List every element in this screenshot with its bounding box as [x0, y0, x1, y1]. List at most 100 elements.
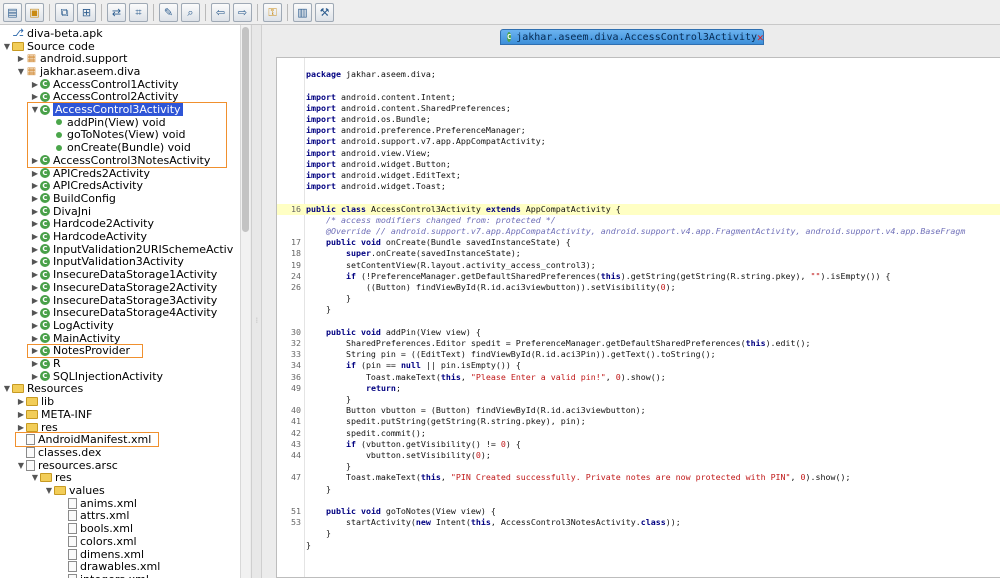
code-line[interactable]: } — [277, 528, 1000, 539]
collapse-arrow-icon[interactable]: ▼ — [2, 384, 12, 393]
code-line[interactable]: 34 if (pin == null || pin.isEmpty()) { — [277, 360, 1000, 371]
expand-arrow-icon[interactable]: ▶ — [16, 410, 26, 419]
code-line[interactable] — [277, 80, 1000, 91]
code-line[interactable]: 41 spedit.putString(getString(R.string.p… — [277, 416, 1000, 427]
expand-arrow-icon[interactable]: ▶ — [30, 257, 40, 266]
code-line[interactable]: } — [277, 540, 1000, 551]
tree-item[interactable]: ▶ lib — [0, 395, 240, 408]
expand-arrow-icon[interactable]: ▶ — [30, 245, 40, 254]
code-line[interactable]: import android.view.View; — [277, 148, 1000, 159]
code-line[interactable]: 42 spedit.commit(); — [277, 428, 1000, 439]
code-line[interactable]: } — [277, 304, 1000, 315]
expand-arrow-icon[interactable]: ▶ — [30, 219, 40, 228]
tree-item[interactable]: ▶ C APICreds2Activity — [0, 167, 240, 180]
tree-scrollbar[interactable] — [240, 25, 250, 578]
tree-item[interactable]: drawables.xml — [0, 560, 240, 573]
tree-item[interactable]: ▶ C InsecureDataStorage4Activity — [0, 306, 240, 319]
search-class-icon[interactable]: ⌕ — [181, 2, 200, 22]
tree-item[interactable]: goToNotes(View) void — [0, 128, 240, 141]
collapse-arrow-icon[interactable]: ▼ — [30, 473, 40, 482]
expand-arrow-icon[interactable]: ▶ — [30, 296, 40, 305]
code-line[interactable]: import android.preference.PreferenceMana… — [277, 125, 1000, 136]
tree-item[interactable]: ⎇ diva-beta.apk — [0, 27, 240, 40]
tree-item[interactable]: ▶ C NotesProvider — [0, 344, 240, 357]
tree-item[interactable]: ▶ C HardcodeActivity — [0, 230, 240, 243]
close-tab-icon[interactable]: ✕ — [757, 31, 764, 44]
editor-tab[interactable]: C jakhar.aseem.diva.AccessControl3Activi… — [500, 29, 764, 45]
collapse-arrow-icon[interactable]: ▼ — [30, 105, 40, 114]
tree-item[interactable]: integers.xml — [0, 573, 240, 578]
project-tree[interactable]: ⎇ diva-beta.apk ▼ Source code ▶ ▦ android.supp… — [0, 25, 240, 578]
code-line[interactable]: 16 public class AccessControl3Activity ex… — [277, 203, 1000, 215]
code-line[interactable]: 49 return; — [277, 383, 1000, 394]
log-viewer-icon[interactable]: ▥ — [293, 2, 312, 22]
tree-item[interactable]: ▶ C InputValidation3Activity — [0, 255, 240, 268]
code-line[interactable]: 24 if (!PreferenceManager.getDefaultShar… — [277, 271, 1000, 282]
code-line[interactable]: 18 super.onCreate(savedInstanceState); — [277, 248, 1000, 259]
deobfuscation-icon[interactable]: ⚿ — [263, 2, 282, 22]
code-line[interactable]: @Override // android.support.v7.app.AppC… — [277, 226, 1000, 237]
tree-item[interactable]: ▶ ▦ android.support — [0, 52, 240, 65]
code-line[interactable]: 47 Toast.makeText(this, "PIN Created suc… — [277, 472, 1000, 483]
tree-item[interactable]: ▼ res — [0, 471, 240, 484]
tree-item[interactable]: colors.xml — [0, 535, 240, 548]
tree-item[interactable]: ▶ C InsecureDataStorage2Activity — [0, 281, 240, 294]
tree-item[interactable]: ▶ C InsecureDataStorage3Activity — [0, 294, 240, 307]
tree-item[interactable]: ▶ C InsecureDataStorage1Activity — [0, 268, 240, 281]
expand-arrow-icon[interactable]: ▶ — [30, 283, 40, 292]
expand-arrow-icon[interactable]: ▶ — [30, 232, 40, 241]
add-files-icon[interactable]: ▣ — [25, 2, 44, 22]
tree-item[interactable]: ▶ C AccessControl2Activity — [0, 90, 240, 103]
back-icon[interactable]: ⇦ — [211, 2, 230, 22]
expand-arrow-icon[interactable]: ▶ — [16, 54, 26, 63]
code-line[interactable]: 30 public void addPin(View view) { — [277, 327, 1000, 338]
sync-tree-icon[interactable]: ⇄ — [107, 2, 126, 22]
code-line[interactable]: } — [277, 394, 1000, 405]
code-line[interactable]: 53 startActivity(new Intent(this, Access… — [277, 517, 1000, 528]
code-line[interactable]: 26 ((Button) findViewById(R.id.aci3viewb… — [277, 282, 1000, 293]
code-line[interactable]: 44 vbutton.setVisibility(0); — [277, 450, 1000, 461]
tree-item[interactable]: ▶ C BuildConfig — [0, 192, 240, 205]
tree-item[interactable]: ▼ Resources — [0, 382, 240, 395]
split-divider[interactable]: ⋮⋮ — [251, 25, 266, 578]
code-line[interactable]: 33 String pin = ((EditText) findViewById… — [277, 349, 1000, 360]
code-line[interactable] — [277, 58, 1000, 69]
save-all-icon[interactable]: ⧉ — [55, 2, 74, 22]
tree-item[interactable]: ▶ C MainActivity — [0, 332, 240, 345]
code-line[interactable]: 40 Button vbutton = (Button) findViewByI… — [277, 405, 1000, 416]
expand-arrow-icon[interactable]: ▶ — [30, 92, 40, 101]
export-icon[interactable]: ⊞ — [77, 2, 96, 22]
code-line[interactable]: 19 setContentView(R.layout.activity_acce… — [277, 260, 1000, 271]
expand-arrow-icon[interactable]: ▶ — [16, 397, 26, 406]
tree-item[interactable]: ▼ C AccessControl3Activity — [0, 103, 240, 117]
tree-item[interactable]: anims.xml — [0, 497, 240, 510]
code-line[interactable]: import android.os.Bundle; — [277, 114, 1000, 125]
tree-item[interactable]: ▶ C R — [0, 357, 240, 370]
tree-item[interactable]: ▶ C LogActivity — [0, 319, 240, 332]
code-view[interactable]: package jakhar.aseem.diva; import android… — [276, 57, 1000, 578]
tree-item[interactable]: ▼ values — [0, 484, 240, 497]
tree-item[interactable]: ▶ C DivaJni — [0, 205, 240, 218]
code-line[interactable]: 51 public void goToNotes(View view) { — [277, 506, 1000, 517]
expand-arrow-icon[interactable]: ▶ — [30, 156, 40, 165]
code-line[interactable] — [277, 192, 1000, 203]
preferences-icon[interactable]: ⚒ — [315, 2, 334, 22]
code-line[interactable]: /* access modifiers changed from: protec… — [277, 215, 1000, 226]
expand-arrow-icon[interactable]: ▶ — [30, 194, 40, 203]
tree-item[interactable]: dimens.xml — [0, 548, 240, 561]
code-line[interactable]: import android.support.v7.app.AppCompatA… — [277, 136, 1000, 147]
tree-item[interactable]: classes.dex — [0, 446, 240, 459]
tree-item[interactable]: ▶ res — [0, 421, 240, 434]
tree-item[interactable]: AndroidManifest.xml — [0, 433, 240, 446]
flatten-packages-icon[interactable]: ⌗ — [129, 2, 148, 22]
tree-item[interactable]: ▶ C SQLInjectionActivity — [0, 370, 240, 383]
search-text-icon[interactable]: ✎ — [159, 2, 178, 22]
expand-arrow-icon[interactable]: ▶ — [30, 80, 40, 89]
code-line[interactable]: package jakhar.aseem.diva; — [277, 69, 1000, 80]
expand-arrow-icon[interactable]: ▶ — [30, 321, 40, 330]
code-line[interactable]: } — [277, 293, 1000, 304]
code-line[interactable]: 17 public void onCreate(Bundle savedInst… — [277, 237, 1000, 248]
expand-arrow-icon[interactable]: ▶ — [30, 308, 40, 317]
code-line[interactable]: 32 SharedPreferences.Editor spedit = Pre… — [277, 338, 1000, 349]
collapse-arrow-icon[interactable]: ▼ — [16, 461, 26, 470]
